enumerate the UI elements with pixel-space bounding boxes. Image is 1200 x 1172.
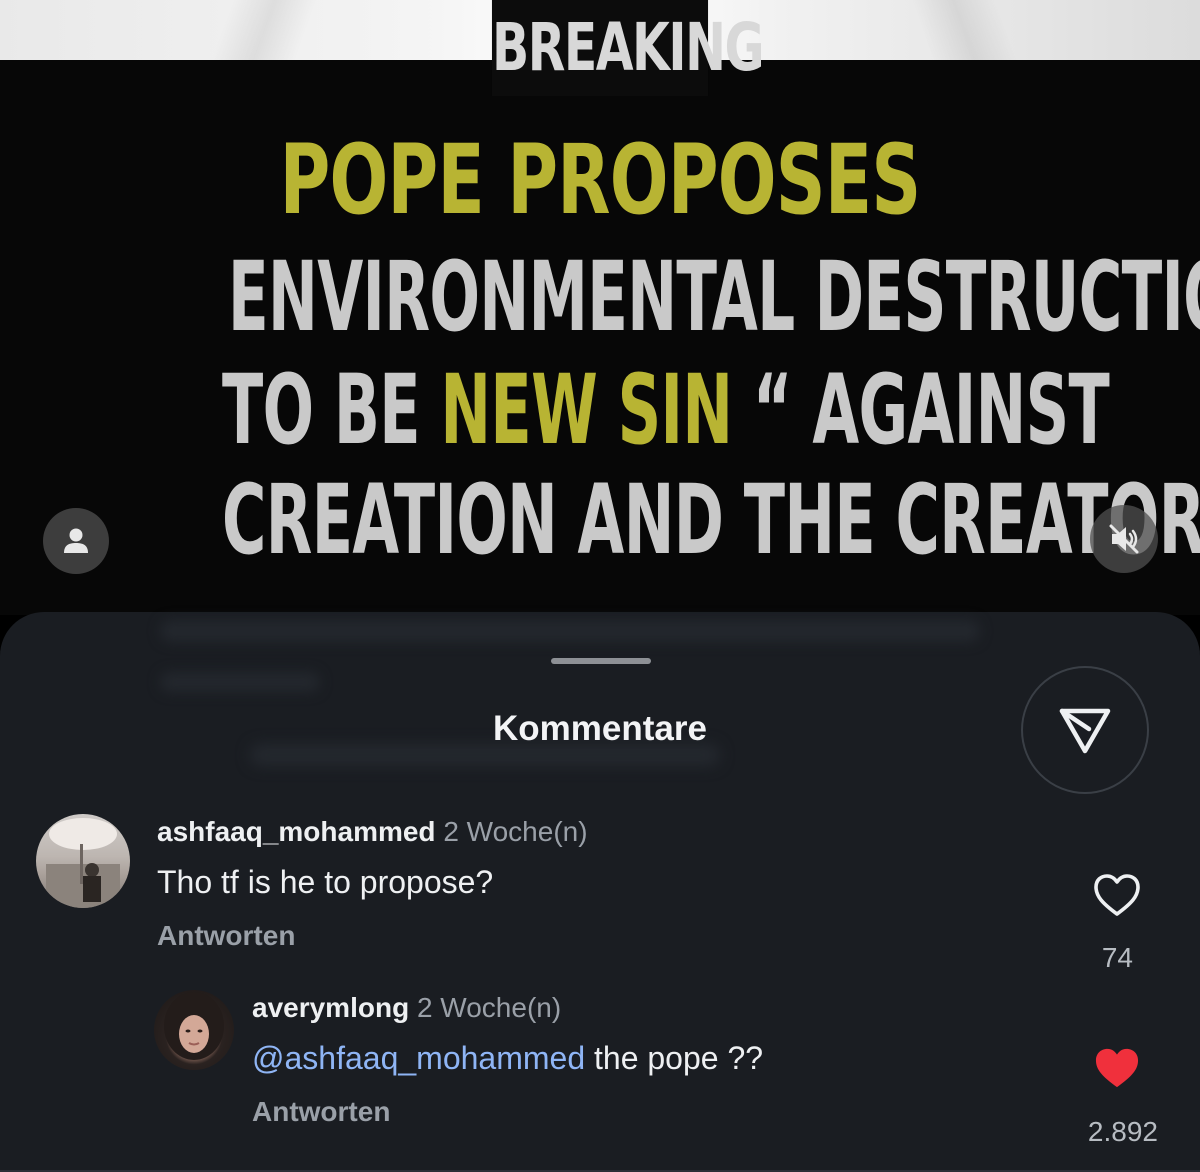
share-button[interactable] (1021, 666, 1149, 794)
comment-text: @ashfaaq_mohammed the pope ?? (252, 1038, 763, 1078)
avatar-photo (46, 818, 120, 908)
heart-filled-icon[interactable] (1093, 1046, 1141, 1090)
profile-button[interactable] (43, 508, 109, 574)
headline-line-3: TO BE NEW SIN “ AGAINST (222, 360, 1110, 460)
comment-time: 2 Woche(n) (416, 992, 562, 1023)
comment-text: Tho tf is he to propose? (157, 864, 494, 900)
headline-line-2: ENVIRONMENTAL DESTRUCTION (228, 241, 1200, 353)
blurred-content (160, 672, 320, 692)
person-icon (64, 528, 88, 553)
headline-text: “ AGAINST (732, 354, 1110, 466)
headline-line-1: POPE PROPOSES (279, 124, 922, 236)
headline-highlight: NEW SIN (440, 354, 733, 466)
send-icon (1059, 708, 1111, 754)
avatar-photo (164, 992, 224, 1060)
mention-link[interactable]: @ashfaaq_mohammed (252, 1040, 585, 1076)
headline-text: TO BE (222, 354, 441, 466)
heart-outline-icon[interactable] (1092, 872, 1142, 918)
headline-line-4: CREATION AND THE CREATOR” (222, 464, 1200, 576)
comment-username[interactable]: averymlong (252, 992, 409, 1023)
comment-body: the pope ?? (585, 1040, 764, 1076)
blurred-content (160, 620, 980, 642)
avatar[interactable] (36, 814, 130, 908)
reply-button[interactable]: Antworten (252, 1094, 390, 1130)
comment-time: 2 Woche(n) (443, 816, 588, 847)
sheet-drag-handle[interactable] (551, 658, 651, 664)
like-count: 74 (1101, 942, 1133, 973)
sheet-title: Kommentare (493, 709, 707, 748)
mute-button[interactable] (1090, 505, 1158, 573)
like-count: 2.892 (1087, 1116, 1158, 1147)
comment-header: averymlong 2 Woche(n) (252, 990, 561, 1026)
comment-header: ashfaaq_mohammed 2 Woche(n) (157, 814, 588, 850)
muted-speaker-icon (1109, 524, 1139, 554)
video-frame[interactable]: BREAKING POPE PROPOSES ENVIRONMENTAL DES… (0, 0, 1200, 615)
comment-username[interactable]: ashfaaq_mohammed (157, 816, 436, 847)
reply-button[interactable]: Antworten (157, 918, 295, 954)
breaking-label: BREAKING (491, 0, 765, 96)
avatar[interactable] (154, 990, 234, 1070)
